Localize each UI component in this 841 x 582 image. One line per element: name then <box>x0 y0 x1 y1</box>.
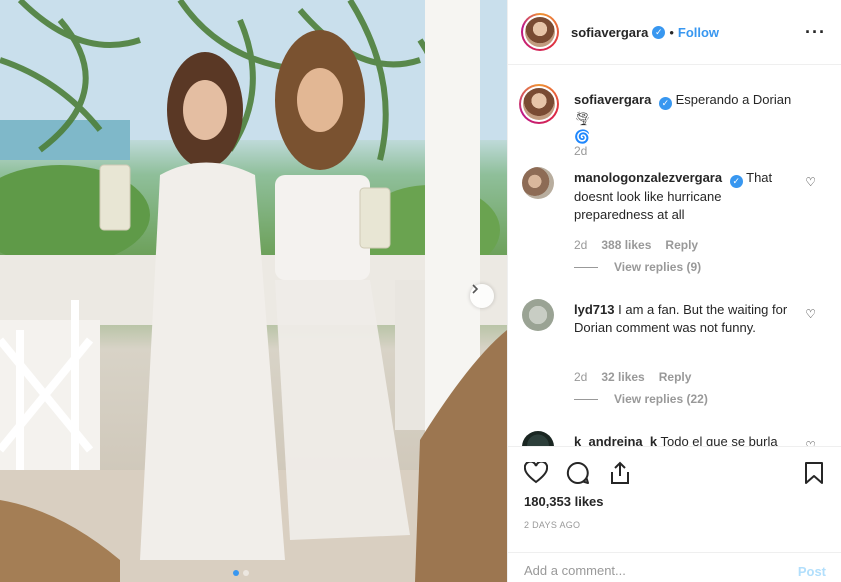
share-icon[interactable] <box>606 459 634 487</box>
wave-emoji-icon: 🌀 <box>574 129 591 144</box>
commenter-avatar[interactable] <box>522 431 554 446</box>
post-actions: 180,353 likes 2 DAYS AGO Post <box>508 446 841 582</box>
verified-badge-icon: ✓ <box>652 25 666 39</box>
post-photo[interactable] <box>0 0 507 582</box>
comment-username[interactable]: manologonzalezvergara <box>574 170 722 185</box>
comment-likes[interactable]: 388 likes <box>601 238 651 252</box>
add-comment-input[interactable] <box>524 563 764 578</box>
view-replies-button[interactable]: View replies (22) <box>574 392 708 406</box>
post-time-ago: 2 DAYS AGO <box>524 520 581 530</box>
follow-button[interactable]: Follow <box>678 25 719 40</box>
comment-username[interactable]: k_andreina_k <box>574 434 657 446</box>
carousel-dot-active <box>233 570 239 576</box>
carousel-dots <box>233 570 249 576</box>
view-replies-label: View replies (22) <box>614 392 708 406</box>
caption-meta: 2d <box>574 144 587 158</box>
commenter-avatar[interactable] <box>522 299 554 331</box>
reply-button[interactable]: Reply <box>665 238 698 252</box>
caption-date: 2d <box>574 144 588 158</box>
chevron-right-icon <box>472 284 479 294</box>
tornado-emoji: 🌪 <box>574 111 591 126</box>
bookmark-icon[interactable] <box>800 459 828 487</box>
caption-text: Esperando a Dorian <box>675 92 792 107</box>
comments-list[interactable]: sofiavergara ✓ Esperando a Dorian 🌪 🌀 2d… <box>508 66 841 446</box>
comment-body: manologonzalezvergara ✓ That doesnt look… <box>574 169 804 224</box>
author-avatar[interactable] <box>521 13 559 51</box>
caption-username[interactable]: sofiavergara <box>574 92 651 107</box>
comment-date: 2d <box>574 238 588 252</box>
photo-illustration <box>0 0 507 582</box>
comment-likes[interactable]: 32 likes <box>601 370 644 384</box>
likes-count[interactable]: 180,353 likes <box>524 494 604 509</box>
view-replies-label: View replies (9) <box>614 260 702 274</box>
author-username[interactable]: sofiavergara <box>571 25 648 40</box>
commenter-avatar[interactable] <box>522 167 554 199</box>
comment-meta: 2d 32 likes Reply <box>574 370 691 384</box>
verified-badge-icon: ✓ <box>729 175 743 188</box>
comment-body: lyd713 I am a fan. But the waiting for D… <box>574 301 804 337</box>
like-comment-heart-icon[interactable]: ♡ <box>805 307 816 321</box>
instagram-post-modal: sofiavergara ✓ • Follow ··· sofiavergara… <box>0 0 841 582</box>
post-comment-button[interactable]: Post <box>798 564 826 579</box>
add-comment-bar: Post <box>508 552 841 582</box>
carousel-dot <box>243 570 249 576</box>
post-header: sofiavergara ✓ • Follow ··· <box>508 0 841 65</box>
view-replies-button[interactable]: View replies (9) <box>574 260 701 274</box>
comment-body: k_andreina_k Todo el que se burla <box>574 433 804 446</box>
comment-text: Todo el que se burla <box>660 434 778 446</box>
more-options-icon[interactable]: ··· <box>805 22 826 43</box>
comment-username[interactable]: lyd713 <box>574 302 614 317</box>
comment-bubble-icon[interactable] <box>564 459 592 487</box>
like-comment-heart-icon[interactable]: ♡ <box>805 439 816 446</box>
reply-button[interactable]: Reply <box>659 370 692 384</box>
like-heart-icon[interactable] <box>522 459 550 487</box>
caption-avatar[interactable] <box>519 84 559 124</box>
header-bullet: • <box>669 24 674 40</box>
replies-divider <box>574 266 598 268</box>
post-side-panel: sofiavergara ✓ • Follow ··· sofiavergara… <box>507 0 841 582</box>
comment-meta: 2d 388 likes Reply <box>574 238 698 252</box>
replies-divider <box>574 398 598 400</box>
caption-body: sofiavergara ✓ Esperando a Dorian 🌪 🌀 <box>574 91 804 146</box>
next-slide-button[interactable] <box>470 284 494 308</box>
action-icons <box>522 459 634 487</box>
like-comment-heart-icon[interactable]: ♡ <box>805 175 816 189</box>
verified-badge-icon: ✓ <box>658 97 672 110</box>
comment-date: 2d <box>574 370 588 384</box>
